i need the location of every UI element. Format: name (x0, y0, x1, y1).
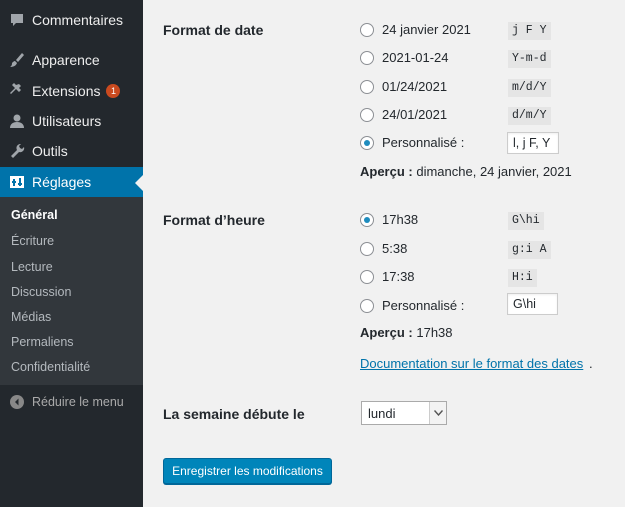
radio-label: 2021-01-24 (382, 50, 449, 65)
radio-label: 24 janvier 2021 (382, 22, 471, 37)
date-format-option-1[interactable]: 24 janvier 2021 (360, 20, 471, 40)
time-format-option-3[interactable]: 17:38 (360, 267, 415, 287)
time-preview: Aperçu : 17h38 (360, 325, 453, 340)
radio-label: 01/24/2021 (382, 79, 448, 94)
submenu-item-permalinks[interactable]: Permaliens (11, 335, 74, 349)
date-preview: Aperçu : dimanche, 24 janvier, 2021 (360, 164, 572, 179)
date-format-option-4[interactable]: 24/01/2021 (360, 105, 447, 125)
radio-button[interactable] (360, 270, 374, 284)
custom-date-format-input[interactable]: l, j F, Y (507, 132, 559, 154)
date-format-label: Format de date (163, 22, 264, 38)
radio-button[interactable] (360, 23, 374, 37)
radio-button[interactable] (360, 51, 374, 65)
preview-value: 17h38 (416, 325, 453, 340)
radio-button[interactable] (360, 80, 374, 94)
format-code: m/d/Y (508, 79, 551, 97)
submenu-item-general[interactable]: Général (11, 208, 58, 222)
format-code: d/m/Y (508, 107, 551, 125)
comment-icon (9, 12, 25, 28)
radio-button[interactable] (360, 299, 374, 313)
preview-value: dimanche, 24 janvier, 2021 (416, 164, 572, 179)
time-format-option-custom[interactable]: Personnalisé : (360, 296, 464, 316)
date-format-option-3[interactable]: 01/24/2021 (360, 77, 447, 97)
collapse-arrow-icon (10, 395, 24, 409)
radio-label: 24/01/2021 (382, 107, 448, 122)
chevron-down-icon (429, 402, 446, 424)
sidebar-item-comments[interactable]: Commentaires (0, 5, 143, 35)
sidebar-item-label: Commentaires (32, 12, 124, 28)
preview-label: Aperçu : (360, 164, 413, 179)
sidebar-item-label: Utilisateurs (32, 113, 102, 129)
link-suffix: . (589, 356, 593, 371)
radio-label: Personnalisé : (382, 135, 465, 150)
week-start-label: La semaine débute le (163, 406, 305, 422)
sidebar-item-appearance[interactable]: Apparence (0, 45, 143, 75)
admin-sidebar: Commentaires Apparence Extensions 1 Util… (0, 0, 143, 507)
custom-time-format-input[interactable]: G\hi (507, 293, 558, 315)
sidebar-item-settings[interactable]: Réglages (0, 167, 143, 197)
sidebar-item-users[interactable]: Utilisateurs (0, 106, 143, 136)
format-code: j F Y (508, 22, 551, 40)
paintbrush-icon (9, 52, 25, 68)
radio-label: 17:38 (382, 269, 415, 284)
radio-label: 17h38 (382, 212, 419, 227)
sidebar-item-label: Réglages (32, 174, 92, 190)
radio-button[interactable] (360, 213, 374, 227)
radio-button[interactable] (360, 108, 374, 122)
save-changes-button[interactable]: Enregistrer les modifications (163, 458, 332, 484)
sidebar-item-label: Outils (32, 143, 68, 159)
preview-label: Aperçu : (360, 325, 413, 340)
date-format-documentation-link[interactable]: Documentation sur le format des dates (360, 356, 583, 371)
sidebar-item-extensions[interactable]: Extensions 1 (0, 76, 143, 106)
format-code: g:i A (508, 241, 551, 259)
submenu-item-reading[interactable]: Lecture (11, 260, 53, 274)
submenu-item-media[interactable]: Médias (11, 310, 51, 324)
sidebar-item-tools[interactable]: Outils (0, 136, 143, 166)
time-format-label: Format d’heure (163, 212, 265, 228)
radio-button[interactable] (360, 136, 374, 150)
update-count-badge: 1 (106, 84, 121, 98)
date-format-option-2[interactable]: 2021-01-24 (360, 48, 449, 68)
time-format-option-2[interactable]: 5:38 (360, 239, 407, 259)
format-code: H:i (508, 269, 537, 287)
wrench-icon (9, 143, 25, 159)
collapse-menu-label: Réduire le menu (32, 395, 124, 409)
week-start-select[interactable]: lundi (361, 401, 447, 425)
collapse-menu-button[interactable]: Réduire le menu (0, 389, 143, 415)
current-menu-arrow (135, 175, 143, 191)
sidebar-item-label: Apparence (32, 52, 100, 68)
format-code: G\hi (508, 212, 544, 230)
settings-form: Format de date 24 janvier 2021 j F Y 202… (143, 0, 625, 507)
sidebar-item-label: Extensions (32, 83, 101, 99)
selected-value: lundi (368, 405, 396, 421)
radio-label: 5:38 (382, 241, 408, 256)
radio-label: Personnalisé : (382, 298, 465, 313)
submenu-item-privacy[interactable]: Confidentialité (11, 360, 90, 374)
date-format-option-custom[interactable]: Personnalisé : (360, 133, 464, 153)
radio-button[interactable] (360, 242, 374, 256)
users-icon (9, 113, 25, 129)
submenu-item-discussion[interactable]: Discussion (11, 285, 71, 299)
settings-submenu: Général Écriture Lecture Discussion Médi… (0, 197, 143, 385)
submenu-item-writing[interactable]: Écriture (11, 234, 54, 248)
plugin-icon (9, 83, 25, 99)
settings-icon (9, 174, 25, 190)
time-format-option-1[interactable]: 17h38 (360, 210, 418, 230)
format-code: Y-m-d (508, 50, 551, 68)
